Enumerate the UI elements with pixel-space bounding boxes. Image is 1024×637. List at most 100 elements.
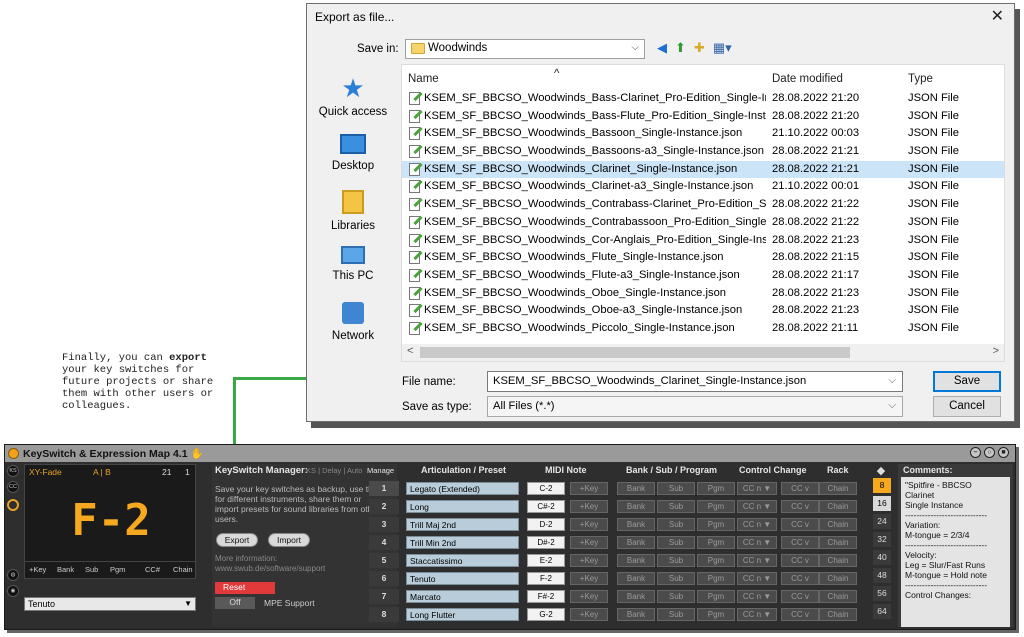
- key-cell[interactable]: +Key: [570, 572, 608, 585]
- sub-cell[interactable]: Sub: [657, 518, 695, 531]
- scroll-left-icon[interactable]: <: [407, 345, 413, 357]
- articulation-name[interactable]: Marcato: [406, 590, 519, 603]
- pgm-cell[interactable]: Pgm: [697, 500, 735, 513]
- articulation-name[interactable]: Long Flutter: [406, 608, 519, 621]
- velocity-cell[interactable]: 56: [873, 586, 891, 601]
- table-row[interactable]: 2 Long C#-2 +Key Bank Sub Pgm CC n ▼ CC v Chain: [369, 499, 889, 514]
- table-row[interactable]: 3 Trill Maj 2nd D-2 +Key Bank Sub Pgm CC n ▼ CC …: [369, 517, 889, 532]
- velocity-cell[interactable]: 64: [873, 604, 891, 619]
- cancel-button[interactable]: Cancel: [933, 396, 1001, 417]
- table-row[interactable]: KSEM_SF_BBCSO_Woodwinds_Clarinet_Single-…: [402, 160, 1004, 179]
- midi-note-cell[interactable]: D#-2: [527, 536, 565, 549]
- eraser-icon[interactable]: ◆: [873, 464, 889, 477]
- table-row[interactable]: KSEM_SF_BBCSO_Woodwinds_Flute-a3_Single-…: [402, 267, 1004, 285]
- bank-cell[interactable]: Bank: [617, 536, 655, 549]
- device-power-icon[interactable]: [8, 448, 19, 459]
- midi-note-cell[interactable]: D-2: [527, 518, 565, 531]
- articulation-name[interactable]: Long: [406, 500, 519, 513]
- view-menu-icon[interactable]: ▦▾: [713, 40, 732, 56]
- place-network[interactable]: Network: [311, 302, 395, 342]
- back-icon[interactable]: ◀: [657, 40, 667, 56]
- articulation-name[interactable]: Trill Min 2nd: [406, 536, 519, 549]
- chain-cell[interactable]: Chain: [819, 500, 857, 513]
- ccn-cell[interactable]: CC n ▼: [737, 518, 777, 531]
- velocity-cell[interactable]: 24: [873, 514, 891, 529]
- sub-cell[interactable]: Sub: [657, 572, 695, 585]
- preset-select[interactable]: Tenuto ▼: [24, 597, 196, 611]
- table-row[interactable]: 5 Staccatissimo E-2 +Key Bank Sub Pgm CC n ▼ CC …: [369, 553, 889, 568]
- pgm-cell[interactable]: Pgm: [697, 482, 735, 495]
- ccv-cell[interactable]: CC v: [781, 590, 819, 603]
- table-row[interactable]: 4 Trill Min 2nd D#-2 +Key Bank Sub Pgm CC n ▼ CC…: [369, 535, 889, 550]
- velocity-cell[interactable]: 48: [873, 568, 891, 583]
- chain-cell[interactable]: Chain: [819, 518, 857, 531]
- bank-cell[interactable]: Bank: [617, 500, 655, 513]
- export-button[interactable]: Export: [216, 533, 258, 547]
- midi-note-cell[interactable]: C#-2: [527, 500, 565, 513]
- sub-cell[interactable]: Sub: [657, 482, 695, 495]
- table-row[interactable]: KSEM_SF_BBCSO_Woodwinds_Contrabassoon_Pr…: [402, 214, 1004, 232]
- settings-icon[interactable]: ○: [984, 447, 995, 458]
- midi-note-cell[interactable]: G-2: [527, 608, 565, 621]
- table-row[interactable]: KSEM_SF_BBCSO_Woodwinds_Clarinet-a3_Sing…: [402, 178, 1004, 196]
- midi-note-cell[interactable]: F#-2: [527, 590, 565, 603]
- place-libraries[interactable]: Libraries: [311, 190, 395, 232]
- ccv-cell[interactable]: CC v: [781, 518, 819, 531]
- column-name[interactable]: Name: [408, 73, 439, 85]
- row-index[interactable]: 4: [369, 535, 399, 550]
- target-icon[interactable]: [7, 499, 19, 511]
- comments-text[interactable]: "Spitfire - BBCSO Clarinet Single Instan…: [901, 477, 1010, 627]
- key-cell[interactable]: +Key: [570, 482, 608, 495]
- row-index[interactable]: 6: [369, 571, 399, 586]
- bank-cell[interactable]: Bank: [617, 572, 655, 585]
- save-in-select[interactable]: Woodwinds ⌵: [405, 39, 645, 59]
- ccn-cell[interactable]: CC n ▼: [737, 500, 777, 513]
- sub-cell[interactable]: Sub: [657, 500, 695, 513]
- ccv-cell[interactable]: CC v: [781, 536, 819, 549]
- ccn-cell[interactable]: CC n ▼: [737, 536, 777, 549]
- xy-fade-label[interactable]: XY-Fade: [29, 467, 62, 477]
- sub-cell[interactable]: Sub: [657, 608, 695, 621]
- scroll-thumb[interactable]: [420, 347, 850, 358]
- table-row[interactable]: KSEM_SF_BBCSO_Woodwinds_Bassoons-a3_Sing…: [402, 143, 1004, 161]
- key-cell[interactable]: +Key: [570, 554, 608, 567]
- ccv-cell[interactable]: CC v: [781, 500, 819, 513]
- velocity-cell[interactable]: 32: [873, 532, 891, 547]
- pgm-cell[interactable]: Pgm: [697, 572, 735, 585]
- bank-cell[interactable]: Bank: [617, 590, 655, 603]
- table-row[interactable]: 1 Legato (Extended) C-2 +Key Bank Sub Pgm CC n …: [369, 481, 889, 496]
- table-row[interactable]: KSEM_SF_BBCSO_Woodwinds_Bassoon_Single-I…: [402, 125, 1004, 143]
- articulation-name[interactable]: Tenuto: [406, 572, 519, 585]
- bank-cell[interactable]: Bank: [617, 482, 655, 495]
- table-row[interactable]: 8 Long Flutter G-2 +Key Bank Sub Pgm CC n ▼ CC v…: [369, 607, 889, 622]
- save-icon[interactable]: ■: [998, 447, 1009, 458]
- table-row[interactable]: KSEM_SF_BBCSO_Woodwinds_Oboe-a3_Single-I…: [402, 302, 1004, 320]
- table-row[interactable]: KSEM_SF_BBCSO_Woodwinds_Contrabass-Clari…: [402, 196, 1004, 214]
- ccn-cell[interactable]: CC n ▼: [737, 554, 777, 567]
- key-cell[interactable]: +Key: [570, 536, 608, 549]
- manager-tabs[interactable]: KS | Delay | Auto: [306, 466, 362, 475]
- midi-icon[interactable]: ◍: [7, 569, 19, 581]
- ab-label[interactable]: A | B: [93, 467, 111, 477]
- chevron-down-icon[interactable]: ⌵: [888, 375, 896, 386]
- chain-cell[interactable]: Chain: [819, 482, 857, 495]
- table-row[interactable]: KSEM_SF_BBCSO_Woodwinds_Bass-Clarinet_Pr…: [402, 90, 1004, 108]
- info-url[interactable]: www.swub.de/software/support: [215, 564, 385, 574]
- key-cell[interactable]: +Key: [570, 608, 608, 621]
- ks-icon[interactable]: KS: [7, 465, 19, 477]
- key-cell[interactable]: +Key: [570, 590, 608, 603]
- chain-cell[interactable]: Chain: [819, 554, 857, 567]
- chain-cell[interactable]: Chain: [819, 608, 857, 621]
- ccv-cell[interactable]: CC v: [781, 554, 819, 567]
- articulation-name[interactable]: Trill Maj 2nd: [406, 518, 519, 531]
- reset-button[interactable]: Reset: [215, 582, 275, 594]
- midi-note-cell[interactable]: F-2: [527, 572, 565, 585]
- bank-cell[interactable]: Bank: [617, 554, 655, 567]
- pgm-cell[interactable]: Pgm: [697, 608, 735, 621]
- row-index[interactable]: 2: [369, 499, 399, 514]
- table-row[interactable]: KSEM_SF_BBCSO_Woodwinds_Bass-Flute_Pro-E…: [402, 108, 1004, 126]
- table-row[interactable]: KSEM_SF_BBCSO_Woodwinds_Oboe_Single-Inst…: [402, 285, 1004, 303]
- pgm-cell[interactable]: Pgm: [697, 536, 735, 549]
- table-row[interactable]: 7 Marcato F#-2 +Key Bank Sub Pgm CC n ▼ CC v Chai…: [369, 589, 889, 604]
- table-row[interactable]: KSEM_SF_BBCSO_Woodwinds_Flute_Single-Ins…: [402, 249, 1004, 267]
